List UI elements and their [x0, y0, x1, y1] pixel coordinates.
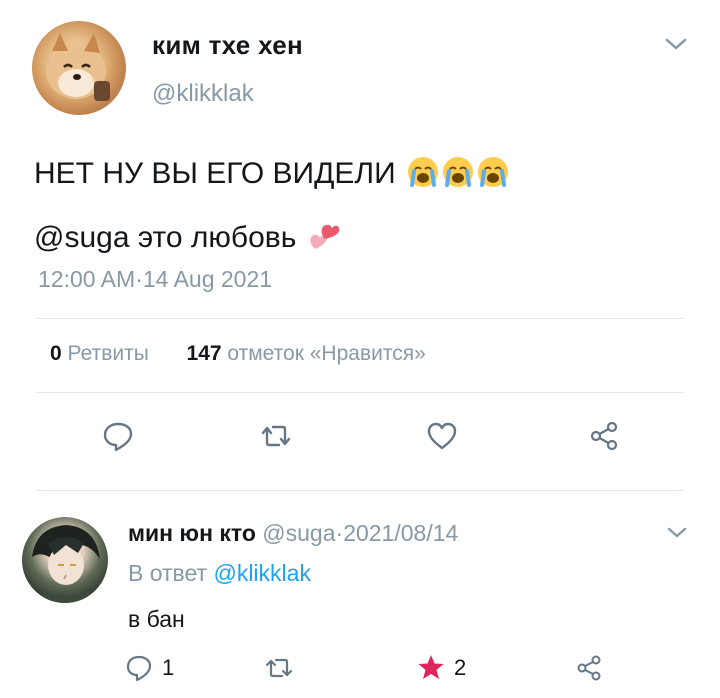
heart-icon [427, 422, 457, 450]
chevron-down-icon[interactable] [664, 524, 690, 542]
reply-reply-count: 1 [162, 655, 175, 680]
retweet-button[interactable] [254, 414, 298, 458]
mention-link[interactable]: @suga [34, 221, 130, 254]
replying-to-handle[interactable]: @klikklak [213, 560, 310, 586]
reply-button[interactable] [96, 414, 140, 458]
tweet-text-line-1: НЕТ НУ ВЫ ЕГО ВИДЕЛИ [34, 145, 674, 209]
tweet-text-love: это любовь [129, 221, 297, 254]
crying-emoji [406, 151, 510, 209]
retweets-label: Ретвиты [67, 342, 149, 365]
reply-retweet-button[interactable] [262, 650, 296, 686]
tweet-stats: 0 Ретвиты 147 отметок «Нравится» [50, 342, 426, 366]
share-icon [590, 421, 618, 451]
divider [36, 318, 684, 319]
two-hearts-emoji [307, 215, 341, 273]
replying-to: В ответ @klikklak [128, 560, 311, 587]
divider [36, 392, 684, 393]
reply-icon [103, 422, 133, 452]
likes-label: отметок «Нравится» [227, 342, 426, 365]
timestamp-separator: · [135, 266, 143, 292]
reply-author-avatar[interactable] [22, 517, 108, 603]
tweet-timestamp[interactable]: 12:00 AM·14 Aug 2021 [38, 266, 272, 293]
retweets-stat[interactable]: 0 Ретвиты [50, 342, 149, 365]
retweet-icon [265, 658, 293, 678]
like-button[interactable] [420, 414, 464, 458]
share-button[interactable] [582, 414, 626, 458]
author-display-name[interactable]: ким тхе хен [152, 30, 303, 61]
reply-reply-button[interactable]: 1 [124, 650, 174, 686]
shiba-avatar-image [46, 33, 110, 101]
author-avatar[interactable] [32, 21, 126, 115]
tweet-text-line-2: @suga это любовь [34, 209, 674, 273]
retweet-icon [261, 425, 291, 447]
share-icon [577, 655, 601, 681]
reply-like-button[interactable]: 2 [416, 650, 466, 686]
replying-to-prefix: В ответ [128, 560, 208, 586]
tweet-text-main: НЕТ НУ ВЫ ЕГО ВИДЕЛИ [34, 157, 396, 190]
star-icon [418, 655, 444, 679]
retweets-count: 0 [50, 342, 62, 365]
divider [36, 490, 684, 491]
likes-count: 147 [186, 342, 222, 365]
reply-share-button[interactable] [574, 650, 604, 686]
anime-character-avatar-image [32, 525, 100, 603]
tweet-text: НЕТ НУ ВЫ ЕГО ВИДЕЛИ @suga это любовь [34, 145, 674, 273]
reply-text: в бан [128, 606, 185, 632]
likes-stat[interactable]: 147 отметок «Нравится» [187, 342, 426, 365]
chevron-down-icon[interactable] [662, 34, 690, 54]
tweet-date: 14 Aug 2021 [142, 266, 273, 292]
reply-like-count: 2 [454, 655, 467, 680]
reply-header: мин юн кто @suga·2021/08/14 [128, 520, 458, 547]
author-handle[interactable]: @klikklak [152, 80, 254, 108]
reply-date[interactable]: 2021/08/14 [343, 520, 458, 546]
reply-icon [126, 655, 152, 682]
tweet-time: 12:00 AM [38, 266, 136, 292]
reply-author-display-name[interactable]: мин юн кто [128, 520, 256, 546]
reply-author-handle[interactable]: @suga [262, 520, 335, 546]
